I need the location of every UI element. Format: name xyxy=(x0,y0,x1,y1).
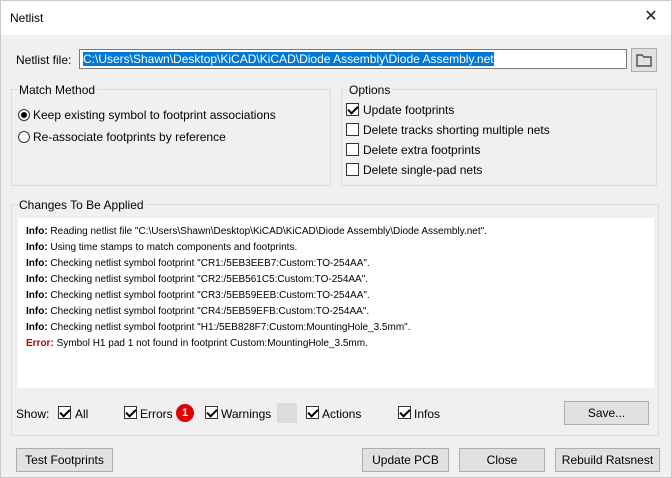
log-line: Info: Checking netlist symbol footprint … xyxy=(26,306,370,317)
update-pcb-button[interactable]: Update PCB xyxy=(362,448,449,472)
close-icon[interactable]: ✕ xyxy=(641,7,661,27)
window-title: Netlist xyxy=(10,11,44,25)
delete-single-pad-nets-label: Delete single-pad nets xyxy=(363,163,483,177)
title-bar: Netlist ✕ xyxy=(1,1,671,35)
log-line: Info: Reading netlist file "C:\Users\Sha… xyxy=(26,226,487,237)
show-warnings-checkbox[interactable] xyxy=(205,406,218,419)
log-line: Info: Using time stamps to match compone… xyxy=(26,242,298,253)
netlist-file-path: C:\Users\Shawn\Desktop\KiCAD\KiCAD\Diode… xyxy=(83,52,494,66)
update-footprints-label: Update footprints xyxy=(363,103,455,117)
show-infos-checkbox[interactable] xyxy=(398,406,411,419)
show-errors-label: Errors xyxy=(140,407,173,421)
save-button[interactable]: Save... xyxy=(564,401,649,425)
show-all-checkbox[interactable] xyxy=(58,406,71,419)
close-button[interactable]: Close xyxy=(459,448,545,472)
options-title: Options xyxy=(347,83,393,97)
show-errors-checkbox[interactable] xyxy=(124,406,137,419)
rebuild-ratsnest-button[interactable]: Rebuild Ratsnest xyxy=(555,448,660,472)
show-actions-label: Actions xyxy=(322,407,362,421)
folder-icon xyxy=(636,54,652,67)
warnings-indicator xyxy=(277,403,297,423)
netlist-file-label: Netlist file: xyxy=(16,53,72,67)
log-line: Info: Checking netlist symbol footprint … xyxy=(26,274,369,285)
match-method-title: Match Method xyxy=(17,83,98,97)
reassociate-label: Re-associate footprints by reference xyxy=(33,130,226,144)
keep-associations-radio[interactable] xyxy=(18,109,30,121)
changes-log[interactable]: Info: Reading netlist file "C:\Users\Sha… xyxy=(18,218,654,388)
delete-extra-footprints-checkbox[interactable] xyxy=(346,143,359,156)
show-label: Show: xyxy=(16,407,50,421)
test-footprints-button[interactable]: Test Footprints xyxy=(16,448,113,472)
changes-title: Changes To Be Applied xyxy=(17,198,146,212)
keep-associations-label: Keep existing symbol to footprint associ… xyxy=(33,108,276,122)
show-warnings-label: Warnings xyxy=(221,407,272,421)
delete-single-pad-nets-checkbox[interactable] xyxy=(346,163,359,176)
log-line: Info: Checking netlist symbol footprint … xyxy=(26,322,411,333)
update-footprints-checkbox[interactable] xyxy=(346,103,359,116)
netlist-file-input[interactable]: C:\Users\Shawn\Desktop\KiCAD\KiCAD\Diode… xyxy=(79,49,627,69)
reassociate-radio[interactable] xyxy=(18,131,30,143)
error-count-badge: 1 xyxy=(176,404,194,422)
show-actions-checkbox[interactable] xyxy=(306,406,319,419)
delete-extra-footprints-label: Delete extra footprints xyxy=(363,143,481,157)
log-line: Info: Checking netlist symbol footprint … xyxy=(26,290,370,301)
browse-button[interactable] xyxy=(631,48,657,72)
delete-tracks-label: Delete tracks shorting multiple nets xyxy=(363,123,550,137)
delete-tracks-checkbox[interactable] xyxy=(346,123,359,136)
netlist-dialog: Netlist ✕ Netlist file: C:\Users\Shawn\D… xyxy=(0,0,672,478)
show-infos-label: Infos xyxy=(414,407,441,421)
error-log-line: Error: Symbol H1 pad 1 not found in foot… xyxy=(26,338,368,349)
show-all-label: All xyxy=(75,407,89,421)
log-line: Info: Checking netlist symbol footprint … xyxy=(26,258,370,269)
